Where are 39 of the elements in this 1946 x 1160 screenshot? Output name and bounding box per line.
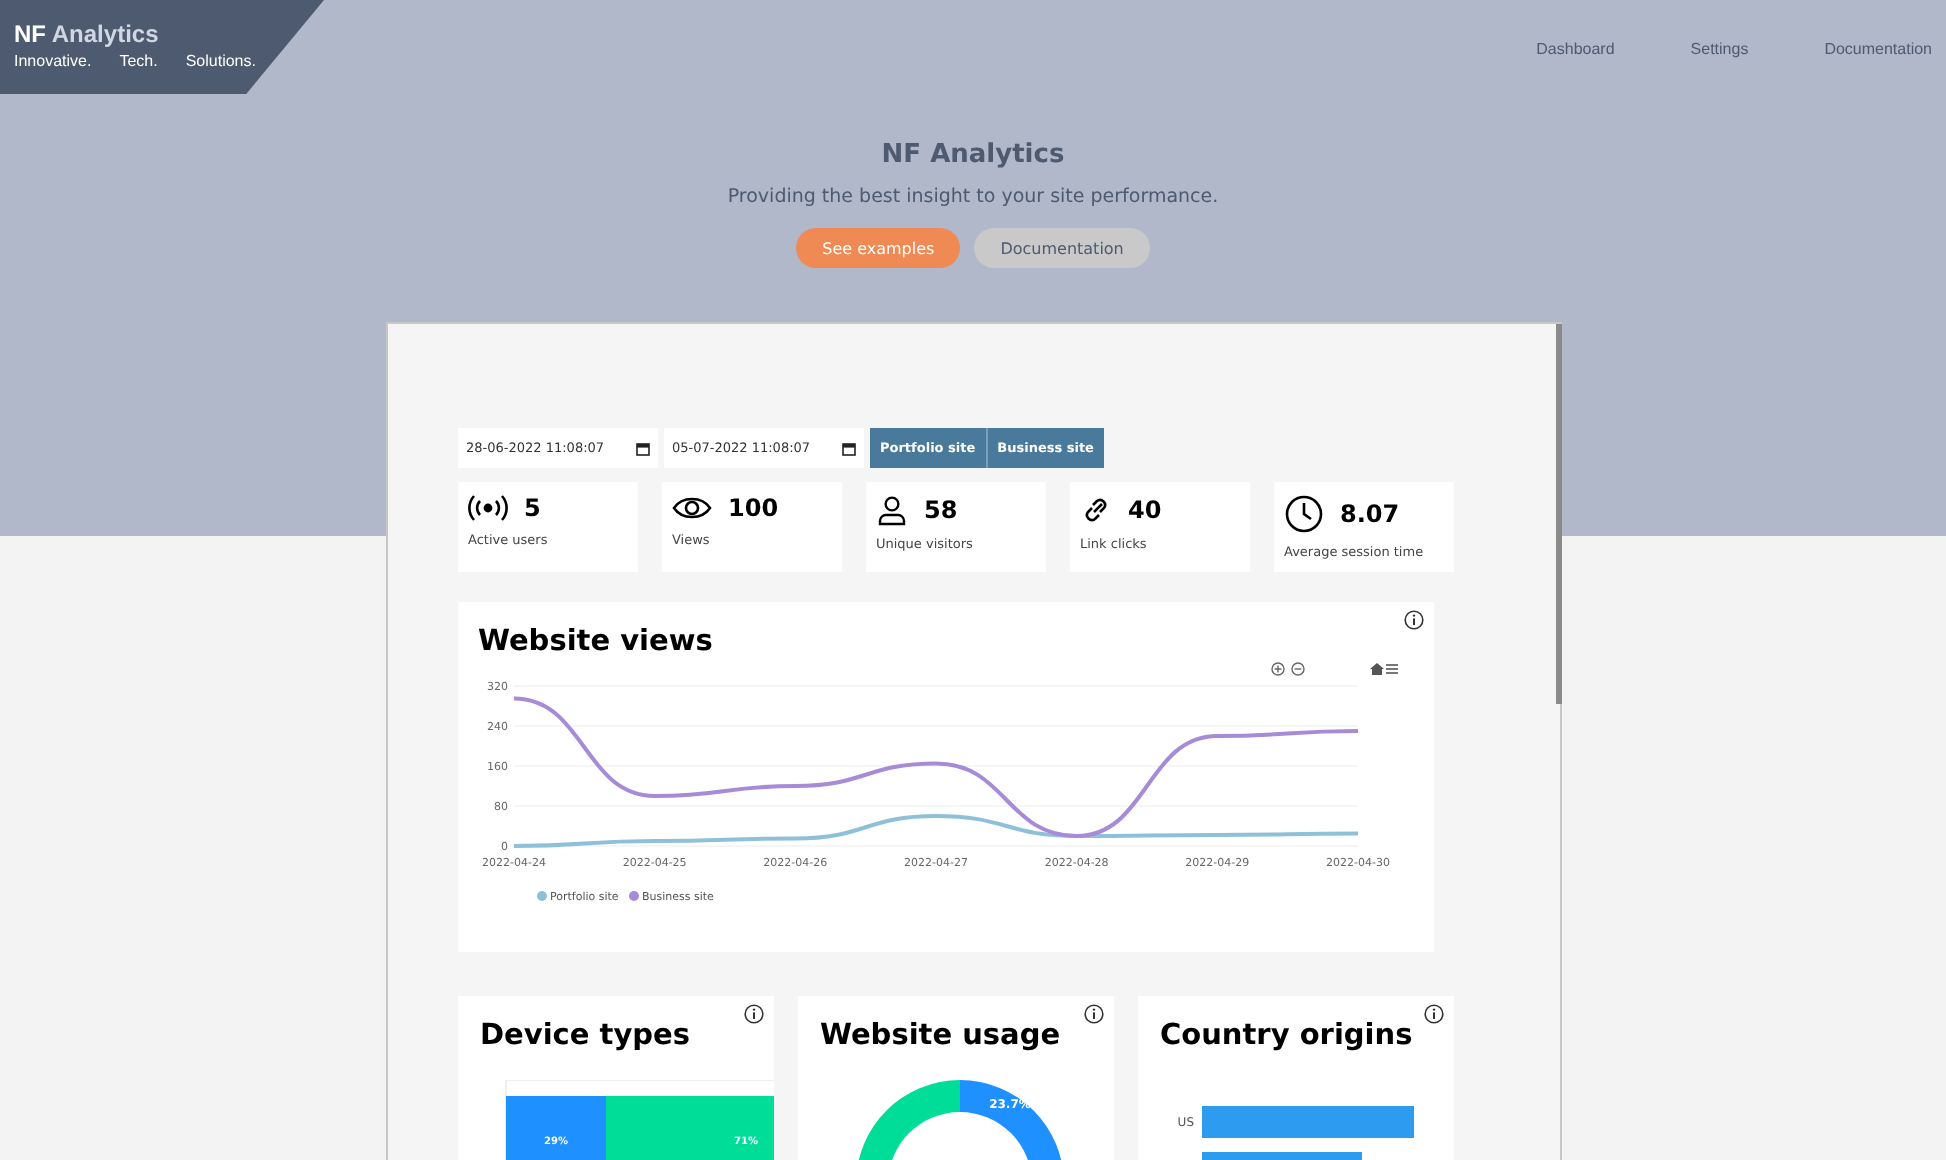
stat-value: 5 bbox=[524, 494, 541, 522]
clock-icon bbox=[1284, 494, 1324, 534]
brand-name: NF Analytics bbox=[14, 20, 161, 48]
eye-icon bbox=[672, 494, 712, 522]
stat-value: 58 bbox=[924, 496, 958, 524]
tagline: Innovative. bbox=[14, 52, 92, 70]
calendar-icon[interactable] bbox=[842, 441, 856, 455]
user-icon bbox=[876, 494, 908, 526]
stat-value: 40 bbox=[1128, 496, 1162, 524]
nav-link[interactable]: Settings bbox=[1690, 40, 1749, 58]
scrollbar[interactable] bbox=[1556, 324, 1562, 704]
zoom-in-icon[interactable] bbox=[1271, 662, 1285, 676]
info-icon[interactable] bbox=[744, 1004, 764, 1024]
stat-value: 100 bbox=[728, 494, 779, 522]
card-title: Device types bbox=[480, 1020, 692, 1052]
hero-subtitle: Providing the best insight to your site performance. bbox=[727, 186, 1219, 208]
zoom-out-icon[interactable] bbox=[1291, 662, 1305, 676]
info-icon[interactable] bbox=[1424, 1004, 1444, 1024]
nav-link[interactable]: Documentation bbox=[1824, 40, 1932, 58]
hero-title: NF Analytics bbox=[881, 140, 1065, 170]
info-icon[interactable] bbox=[1084, 1004, 1104, 1024]
broadcast-icon bbox=[468, 494, 508, 522]
documentation-button[interactable]: Documentation bbox=[974, 228, 1150, 268]
link-icon bbox=[1080, 494, 1112, 526]
info-icon[interactable] bbox=[1404, 610, 1424, 630]
nav-link[interactable]: Dashboard bbox=[1536, 40, 1615, 58]
donut-segment bbox=[856, 1080, 960, 1160]
home-icon[interactable] bbox=[1370, 663, 1384, 675]
logo-banner[interactable]: NF Analytics Innovative. Tech. Solutions. bbox=[0, 0, 324, 94]
card-title: Website views bbox=[478, 626, 715, 658]
calendar-icon[interactable] bbox=[636, 441, 650, 455]
tagline: Solutions. bbox=[185, 52, 256, 70]
card-title: Country origins bbox=[1160, 1020, 1415, 1052]
examples-button[interactable]: See examples bbox=[796, 228, 961, 268]
tagline: Tech. bbox=[119, 52, 158, 70]
donut-segment bbox=[960, 1080, 1064, 1160]
stat-value: 8.07 bbox=[1340, 500, 1400, 528]
menu-icon[interactable] bbox=[1385, 664, 1399, 674]
card-title: Website usage bbox=[820, 1020, 1063, 1052]
